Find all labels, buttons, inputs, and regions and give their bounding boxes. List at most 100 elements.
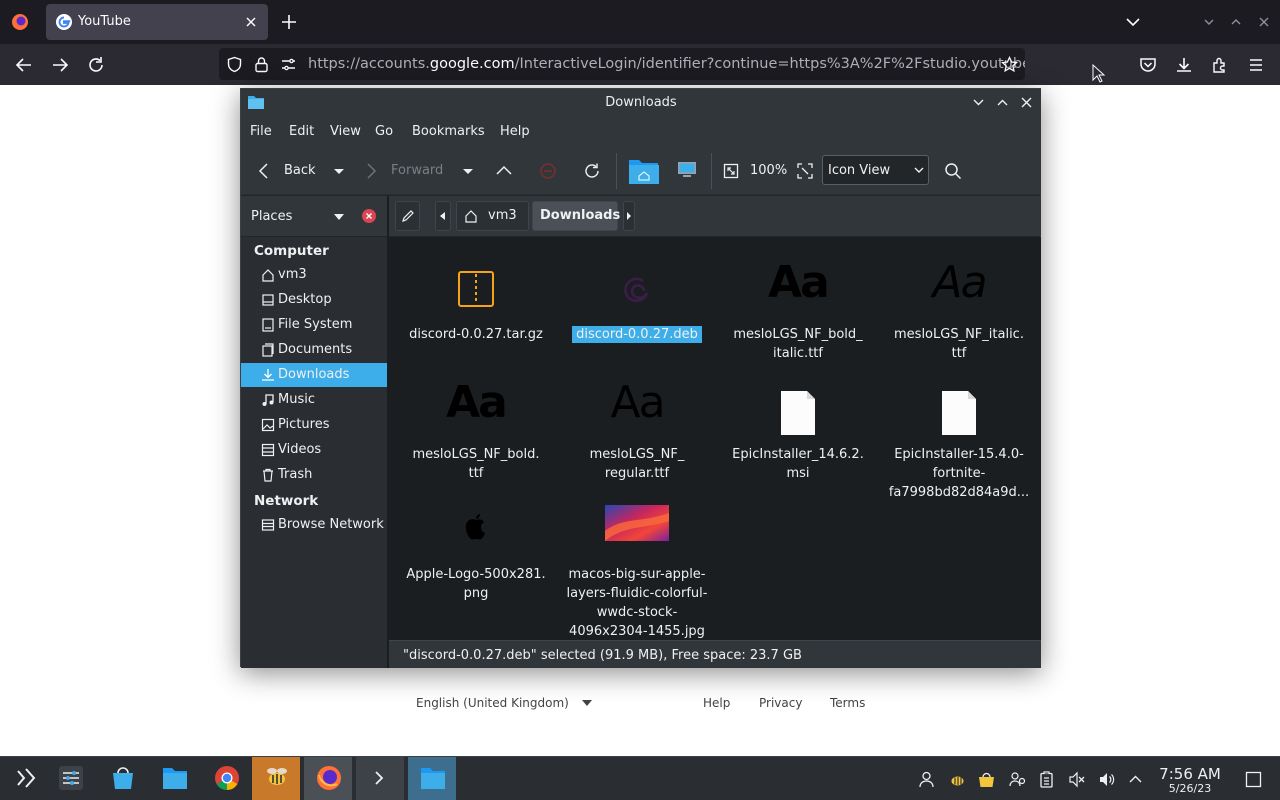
sidebar-item-desktop[interactable]: Desktop <box>241 288 387 312</box>
firefox-view-icon[interactable] <box>10 12 30 32</box>
terms-link[interactable]: Terms <box>830 696 865 710</box>
page-footer: English (United Kingdom) Help Privacy Te… <box>0 694 1280 714</box>
list-all-tabs-icon[interactable] <box>1124 14 1142 30</box>
reload-icon[interactable] <box>583 162 601 180</box>
forward-history-dropdown-icon[interactable] <box>459 162 477 180</box>
language-selector[interactable]: English (United Kingdom) <box>416 696 569 710</box>
sidebar-item-pictures[interactable]: Pictures <box>241 413 387 437</box>
menu-go[interactable]: Go <box>375 124 393 139</box>
reload-icon[interactable] <box>87 56 105 74</box>
zoom-level[interactable]: 100% <box>750 163 787 178</box>
breadcrumb-back-button[interactable] <box>435 201 451 231</box>
toolbar: Back Forward 100% Icon View <box>241 147 1041 195</box>
task-system-settings[interactable] <box>46 757 94 800</box>
clipboard-icon[interactable] <box>1038 771 1055 788</box>
bee-tray-icon[interactable] <box>949 771 966 788</box>
zoom-in-icon[interactable] <box>796 162 814 180</box>
privacy-link[interactable]: Privacy <box>759 696 802 710</box>
home-folder-icon[interactable] <box>628 157 659 185</box>
sidebar-item-browse-network[interactable]: Browse Network <box>241 513 387 537</box>
close-tab-icon[interactable] <box>244 15 258 29</box>
sidebar-item-downloads[interactable]: Downloads <box>241 363 387 387</box>
lock-icon[interactable] <box>253 56 270 73</box>
sidebar-item-music[interactable]: Music <box>241 388 387 412</box>
view-mode-select[interactable]: Icon View <box>822 155 929 185</box>
url-text: https://accounts.google.com/InteractiveL… <box>308 56 1025 72</box>
menu-help[interactable]: Help <box>500 124 530 139</box>
minimize-window-icon[interactable] <box>972 96 985 109</box>
maximize-icon[interactable] <box>1229 15 1243 29</box>
url-bar[interactable]: https://accounts.google.com/InteractiveL… <box>219 48 1025 80</box>
menu-file[interactable]: File <box>250 124 272 139</box>
discover-store-icon <box>113 767 133 789</box>
app-menu-icon[interactable] <box>1247 56 1265 74</box>
archive-icon <box>444 271 508 319</box>
menu-bar: File Edit View Go Bookmarks Help <box>241 117 1041 147</box>
forward-button[interactable]: Forward <box>391 163 443 178</box>
task-discover[interactable] <box>98 757 146 800</box>
apple-logo-image <box>444 511 508 559</box>
maximize-window-icon[interactable] <box>996 96 1009 109</box>
menu-view[interactable]: View <box>330 124 361 139</box>
chevron-down-icon <box>913 164 925 176</box>
task-firefox[interactable] <box>304 757 352 800</box>
font-icon: Aa <box>768 257 830 308</box>
volume-icon[interactable] <box>1098 771 1115 788</box>
chevron-up-icon[interactable] <box>1127 771 1144 788</box>
window-titlebar[interactable]: Downloads <box>241 89 1041 117</box>
debian-package-icon <box>605 271 669 319</box>
sidebar-item-trash[interactable]: Trash <box>241 463 387 487</box>
task-dolphin[interactable] <box>150 757 198 800</box>
home-icon <box>465 210 477 223</box>
task-bottles[interactable] <box>252 757 300 800</box>
network-users-icon[interactable] <box>1009 771 1026 788</box>
task-konsole[interactable] <box>356 757 404 800</box>
extensions-icon[interactable] <box>1211 56 1229 74</box>
permissions-icon[interactable] <box>280 56 297 73</box>
back-button[interactable]: Back <box>284 163 316 178</box>
audio-muted-icon[interactable] <box>1068 771 1085 788</box>
show-desktop-icon[interactable] <box>1245 771 1262 788</box>
edit-location-button[interactable] <box>395 201 420 231</box>
search-icon[interactable] <box>944 162 962 180</box>
pocket-icon[interactable] <box>1139 56 1157 74</box>
menu-edit[interactable]: Edit <box>289 124 314 139</box>
computer-icon[interactable] <box>677 160 697 180</box>
updates-tray-icon[interactable] <box>978 771 995 788</box>
close-panel-icon[interactable] <box>362 209 376 223</box>
drive-icon <box>262 318 274 332</box>
menu-bookmarks[interactable]: Bookmarks <box>412 124 485 139</box>
up-arrow-icon[interactable] <box>495 162 513 180</box>
file-view[interactable]: discord-0.0.27.tar.gz discord-0.0.27.deb… <box>389 237 1041 640</box>
application-launcher[interactable] <box>0 757 48 800</box>
sidebar-item-file-system[interactable]: File System <box>241 313 387 337</box>
stop-icon[interactable] <box>539 162 557 180</box>
close-window-icon[interactable] <box>1257 15 1271 29</box>
sidebar-item-documents[interactable]: Documents <box>241 338 387 362</box>
user-icon[interactable] <box>918 771 935 788</box>
back-chevron-icon[interactable] <box>255 162 273 180</box>
sidebar-item-videos[interactable]: Videos <box>241 438 387 462</box>
shield-icon[interactable] <box>226 56 243 73</box>
zoom-out-icon[interactable] <box>722 162 740 180</box>
downloads-icon[interactable] <box>1175 56 1193 74</box>
breadcrumb-downloads[interactable]: Downloads <box>532 201 620 231</box>
forward-arrow-icon[interactable] <box>51 56 69 74</box>
breadcrumb-subfolders-button[interactable] <box>623 201 635 231</box>
new-tab-icon[interactable] <box>280 13 298 31</box>
task-chrome[interactable] <box>202 757 250 800</box>
bookmark-star-icon[interactable] <box>1001 56 1018 73</box>
digital-clock[interactable]: 7:56 AM 5/26/23 <box>1152 765 1228 795</box>
close-window-icon[interactable] <box>1020 96 1033 109</box>
help-link[interactable]: Help <box>703 696 730 710</box>
back-arrow-icon[interactable] <box>15 56 33 74</box>
places-menu-icon[interactable] <box>333 211 345 223</box>
task-dolphin-active[interactable] <box>408 757 456 800</box>
forward-chevron-icon[interactable] <box>362 162 380 180</box>
dropdown-arrow-icon[interactable] <box>582 700 592 706</box>
back-history-dropdown-icon[interactable] <box>330 162 348 180</box>
sidebar-item-vm3[interactable]: vm3 <box>241 263 387 287</box>
breadcrumb-vm3[interactable]: vm3 <box>456 201 529 231</box>
browser-tab[interactable]: YouTube <box>46 4 268 40</box>
minimize-icon[interactable] <box>1202 15 1216 29</box>
